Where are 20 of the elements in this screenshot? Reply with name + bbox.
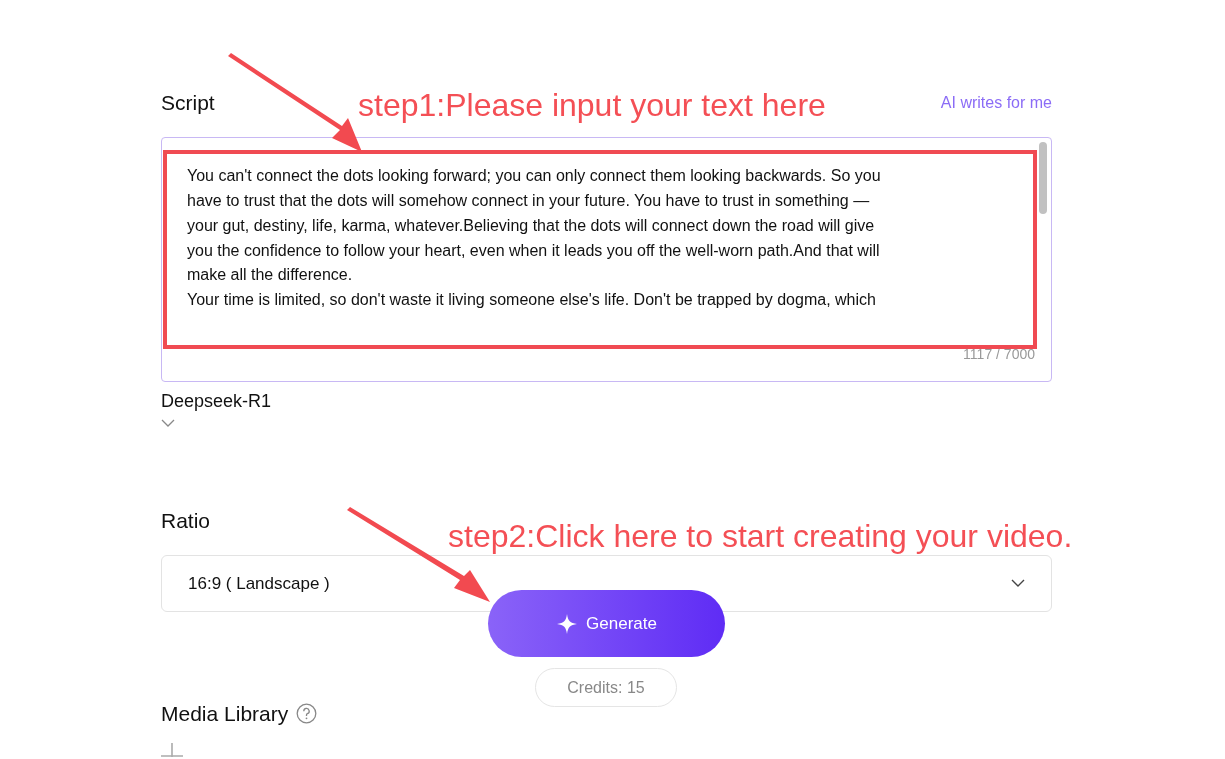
text-line: your gut, destiny, life, karma, whatever.Believing that the dots will connect down the road will give [187, 215, 876, 236]
ai-writes-link[interactable]: AI writes for me [940, 90, 1052, 115]
text-line: have to trust that the dots will somehow connect in your future. You have to trust in something — [187, 191, 871, 211]
model-name: Deepseek-R1 [161, 390, 273, 414]
section-label: Script [161, 90, 215, 116]
script-text-area[interactable] [161, 137, 1052, 383]
instruction-text: step2:Click here to start creating your video. [448, 519, 1073, 555]
chevron-down-icon [1011, 579, 1025, 589]
scrollbar-thumb[interactable] [1039, 142, 1047, 215]
generate-button[interactable]: Generate [488, 590, 725, 658]
text-line: make all the difference. [187, 265, 354, 286]
chevron-down-icon[interactable] [161, 419, 175, 429]
text-line: Your time is limited, so don't waste it living someone else's life. Don't be trapped by dogma, which [187, 290, 877, 311]
text-line: You can't connect the dots looking forward; you can only connect them looking backwards. So you [187, 166, 882, 187]
help-icon[interactable] [296, 703, 318, 725]
section-label: Media Library [161, 701, 289, 727]
section-label: Ratio [161, 508, 212, 534]
text-line: you the confidence to follow your heart, even when it leads you off the well-worn path.And that will [187, 240, 881, 261]
plus-icon[interactable] [161, 742, 183, 757]
instruction-text: step1:Please input your text here [358, 88, 826, 124]
